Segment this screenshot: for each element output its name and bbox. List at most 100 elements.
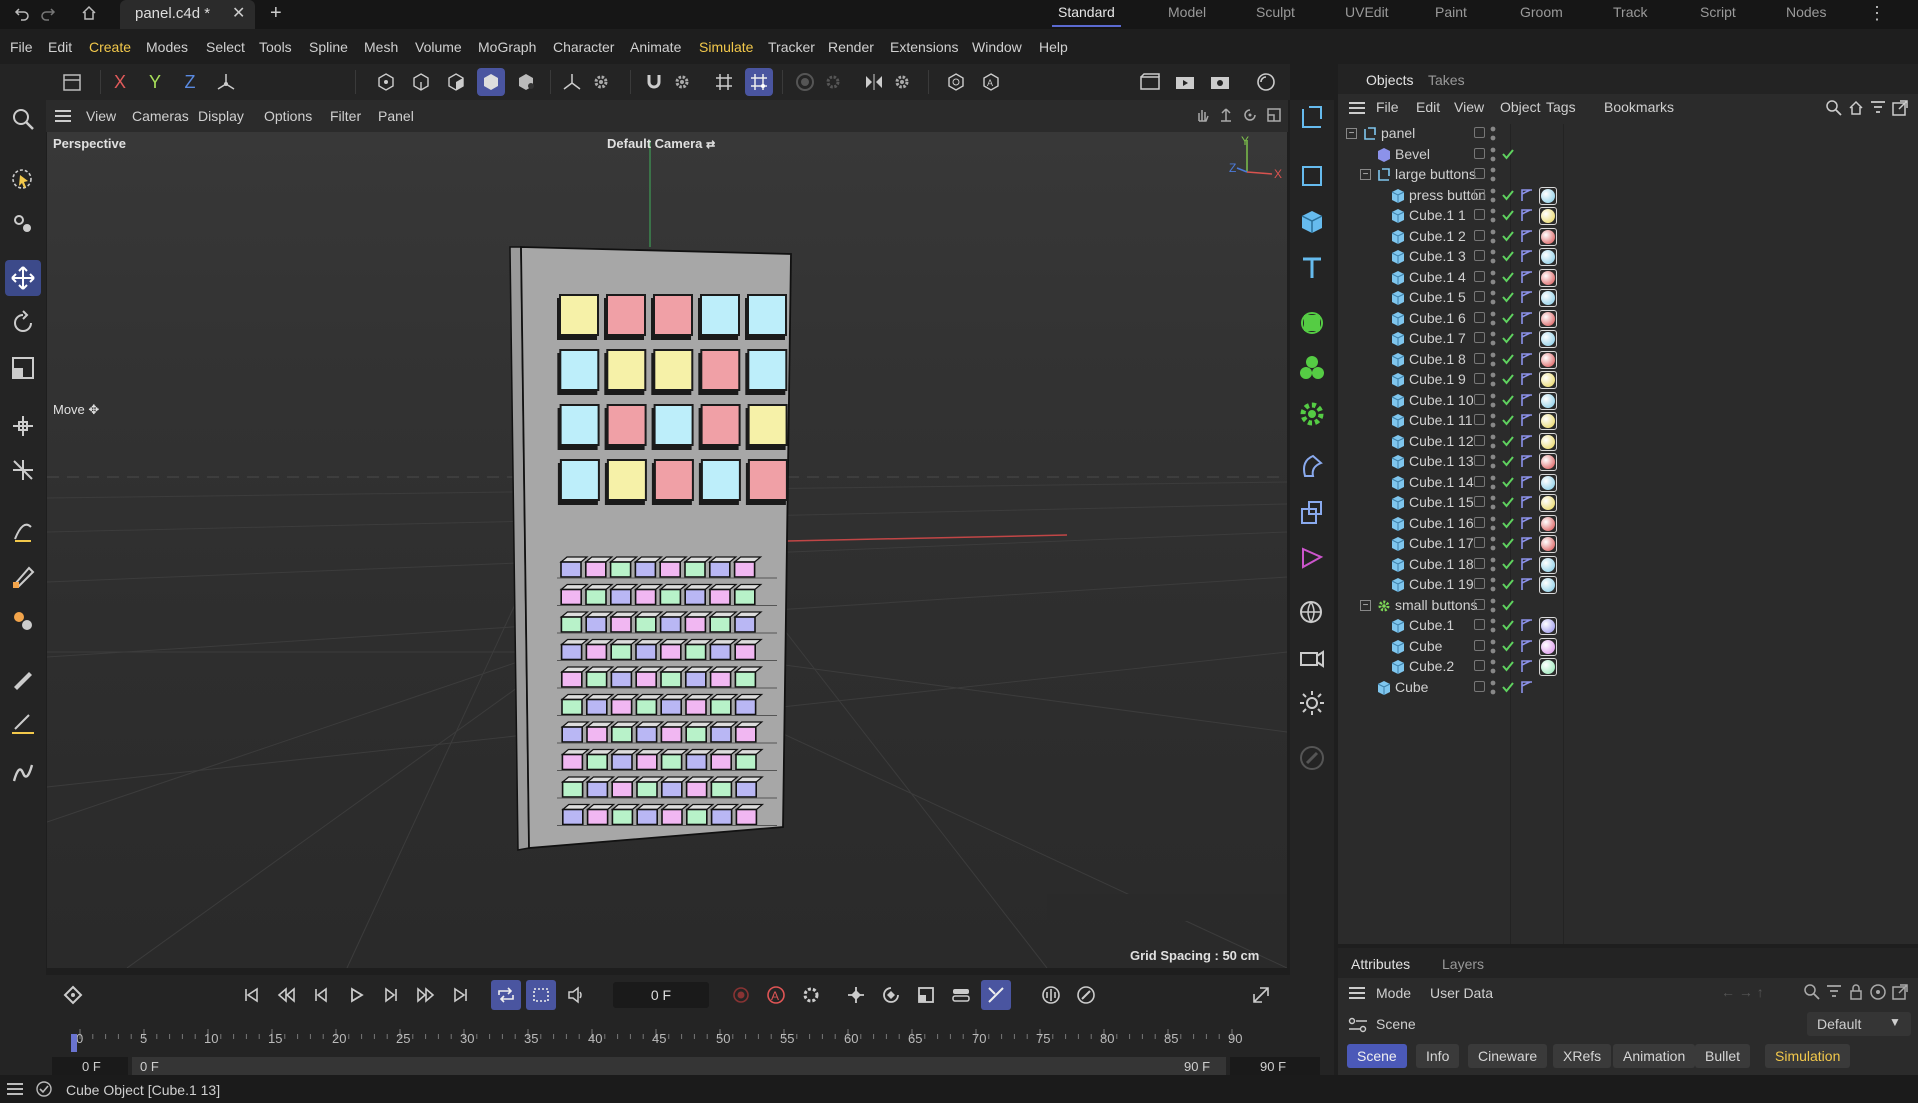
visibility-dots-icon[interactable] — [1490, 392, 1496, 410]
interactive-render-region-icon[interactable]: A — [977, 68, 1005, 96]
snap-magnet-icon[interactable] — [640, 68, 668, 96]
material-tag-icon[interactable] — [1539, 330, 1557, 348]
object-name[interactable]: Cube.1 12 — [1409, 433, 1474, 449]
layer-toggle-icon[interactable] — [1474, 496, 1485, 507]
pan-view-icon[interactable] — [1194, 107, 1210, 123]
large-button-cube[interactable] — [745, 459, 788, 505]
render-to-picture-viewer-icon[interactable] — [1171, 68, 1199, 96]
tree-row[interactable]: Cube.1 16 — [1338, 514, 1918, 534]
object-name[interactable]: Cube.1 10 — [1409, 392, 1474, 408]
scale-tool-icon[interactable] — [5, 350, 41, 386]
object-name[interactable]: Cube.1 13 — [1409, 453, 1474, 469]
object-name[interactable]: Cube.1 9 — [1409, 371, 1466, 387]
layer-toggle-icon[interactable] — [1474, 270, 1485, 282]
fold-toggle-icon[interactable]: − — [1360, 169, 1371, 180]
material-tag-icon[interactable] — [1539, 637, 1557, 656]
material-tag-icon[interactable] — [1539, 555, 1557, 574]
sketch-tool-icon[interactable] — [5, 558, 41, 594]
previous-key-icon[interactable] — [271, 980, 301, 1010]
enabled-check-icon[interactable] — [1501, 618, 1515, 632]
material-tag-icon[interactable] — [1539, 412, 1557, 430]
uv-mode-icon[interactable] — [512, 68, 540, 96]
layer-toggle-icon[interactable] — [1474, 434, 1485, 446]
object-name[interactable]: Cube.1 4 — [1409, 269, 1466, 285]
cube-icon[interactable] — [1294, 204, 1330, 240]
phong-tag-icon[interactable] — [1520, 188, 1534, 202]
layer-toggle-icon[interactable] — [1474, 475, 1485, 487]
enabled-check-icon[interactable] — [1501, 393, 1515, 407]
axis-settings-gear-icon[interactable] — [587, 68, 615, 96]
material-tag-icon[interactable] — [1539, 207, 1557, 225]
material-tag-icon[interactable] — [1539, 658, 1557, 676]
material-tag-icon[interactable] — [1539, 371, 1557, 389]
object-name[interactable]: Cube.1 17 — [1409, 535, 1474, 551]
objects-hamburger-icon[interactable] — [1348, 100, 1366, 116]
layer-toggle-icon[interactable] — [1474, 229, 1485, 241]
tree-row[interactable]: Cube.1 8 — [1338, 350, 1918, 370]
mograph-effector-gear-icon[interactable] — [1294, 396, 1330, 432]
menu-edit[interactable]: Edit — [48, 39, 72, 55]
more-options-icon[interactable]: ⋮ — [1868, 3, 1886, 24]
visibility-dots-icon[interactable] — [1490, 125, 1496, 143]
keyframe-selection-gear-icon[interactable] — [796, 980, 826, 1010]
attributes-target-icon[interactable] — [1869, 983, 1887, 1001]
current-frame-field[interactable]: 0 F — [613, 982, 709, 1008]
next-key-icon[interactable] — [411, 980, 441, 1010]
enabled-check-icon[interactable] — [1501, 577, 1515, 591]
dolly-view-icon[interactable] — [1218, 107, 1234, 123]
tree-row[interactable]: Cube — [1338, 637, 1918, 657]
enabled-check-icon[interactable] — [1501, 331, 1515, 345]
environment-globe-icon[interactable] — [1294, 595, 1330, 631]
search-icon[interactable] — [5, 101, 41, 137]
attributes-hamburger-icon[interactable] — [1348, 985, 1366, 1001]
layer-toggle-icon[interactable] — [1474, 680, 1485, 692]
attr-button-xrefs[interactable]: XRefs — [1553, 1044, 1612, 1068]
tree-row[interactable]: − small buttons — [1338, 596, 1918, 616]
object-name[interactable]: panel — [1381, 125, 1415, 141]
menu-help[interactable]: Help — [1039, 39, 1068, 55]
object-name[interactable]: Bevel — [1395, 146, 1430, 162]
phong-tag-icon[interactable] — [1520, 352, 1534, 366]
layer-toggle-icon[interactable] — [1474, 414, 1485, 425]
tree-row[interactable]: Cube.1 11 — [1338, 411, 1918, 431]
phong-tag-icon[interactable] — [1520, 639, 1534, 653]
object-name[interactable]: Cube.1 1 — [1409, 207, 1466, 223]
phong-tag-icon[interactable] — [1520, 577, 1534, 591]
layer-toggle-icon[interactable] — [1474, 393, 1485, 405]
layer-toggle-icon[interactable] — [1474, 352, 1485, 364]
attr-button-bullet[interactable]: Bullet — [1695, 1044, 1751, 1068]
enabled-check-icon[interactable] — [1501, 434, 1515, 448]
phong-tag-icon[interactable] — [1520, 413, 1534, 427]
phong-tag-icon[interactable] — [1520, 454, 1534, 468]
objects-menu-bookmarks[interactable]: Bookmarks — [1604, 99, 1674, 115]
phong-tag-icon[interactable] — [1520, 393, 1534, 407]
record-position-icon[interactable] — [841, 980, 871, 1010]
enabled-check-icon[interactable] — [1501, 639, 1515, 653]
visibility-dots-icon[interactable] — [1490, 576, 1496, 594]
phong-tag-icon[interactable] — [1520, 536, 1534, 550]
layer-toggle-icon[interactable] — [1474, 209, 1485, 220]
enabled-check-icon[interactable] — [1501, 208, 1515, 222]
phong-tag-icon[interactable] — [1520, 516, 1534, 530]
timeline-expand-icon[interactable] — [1246, 980, 1276, 1010]
tab-attributes[interactable]: Attributes — [1351, 956, 1410, 972]
material-tag-icon[interactable] — [1539, 473, 1557, 492]
symmetry-gear-icon[interactable] — [888, 68, 916, 96]
spline-pen-icon[interactable] — [5, 513, 41, 549]
large-button-cube[interactable] — [698, 459, 741, 505]
material-tag-icon[interactable] — [1539, 391, 1557, 410]
menu-animate[interactable]: Animate — [630, 39, 681, 55]
material-tag-icon[interactable] — [1539, 576, 1557, 594]
enabled-check-icon[interactable] — [1501, 598, 1515, 612]
visibility-dots-icon[interactable] — [1490, 494, 1496, 512]
record-icon[interactable] — [726, 980, 756, 1010]
object-name[interactable]: Cube.1 11 — [1409, 412, 1473, 428]
file-tab[interactable]: panel.c4d * ✕ — [120, 0, 255, 29]
coordinate-system-button[interactable] — [58, 68, 86, 96]
visibility-dots-icon[interactable] — [1490, 207, 1496, 225]
tree-row[interactable]: − panel — [1338, 124, 1918, 144]
material-tag-icon[interactable] — [1539, 514, 1557, 533]
material-tag-icon[interactable] — [1539, 309, 1557, 328]
large-button-cube[interactable] — [604, 294, 646, 340]
layer-toggle-icon[interactable] — [1474, 291, 1485, 302]
